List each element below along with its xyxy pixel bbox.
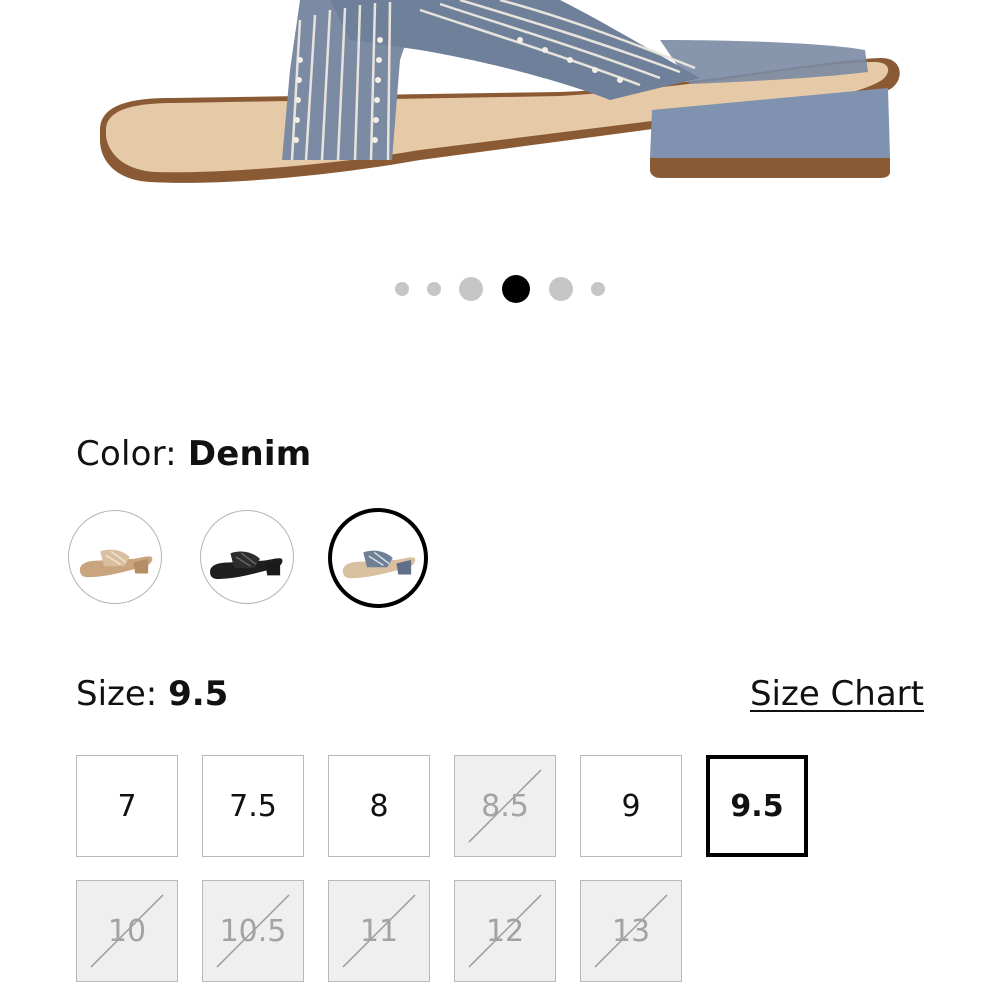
size-option-label: 8.5 [481,788,529,824]
black-sandal-thumbnail [210,551,283,580]
color-heading: Color: Denim [76,432,311,476]
size-option-9-5[interactable]: 9.5 [706,755,808,857]
carousel-dot[interactable] [502,275,530,303]
carousel-dot[interactable] [395,282,409,296]
size-label: Size: [76,674,158,714]
color-swatch-natural[interactable] [68,510,162,604]
carousel-dot[interactable] [459,277,483,301]
size-option-label: 9 [621,788,641,824]
size-option-label: 8 [369,788,389,824]
color-swatch-black[interactable] [200,510,294,604]
size-option-7[interactable]: 7 [76,755,178,857]
sandal-image [100,0,900,183]
size-option-label: 7.5 [229,788,277,824]
size-option-13: 13 [580,880,682,982]
size-option-label: 9.5 [730,788,784,824]
size-chart-link[interactable]: Size Chart [750,672,924,716]
denim-sandal-thumbnail [342,550,416,579]
size-option-label: 10 [107,913,147,949]
natural-sandal-thumbnail [79,549,153,578]
size-option-label: 7 [117,788,137,824]
carousel-dot[interactable] [427,282,441,296]
size-heading: Size: 9.5 [76,672,228,716]
carousel-dot[interactable] [591,282,605,296]
size-option-10-5: 10.5 [202,880,304,982]
size-option-10: 10 [76,880,178,982]
size-option-label: 13 [611,913,651,949]
product-options-page: Color: Denim Size: 9.5 Size Chart 7 7.5 8 8 [0,0,1000,1000]
color-swatch-denim[interactable] [328,508,428,608]
size-option-label: 10.5 [219,913,287,949]
size-option-label: 11 [359,913,399,949]
product-image[interactable] [0,0,1000,260]
size-option-12: 12 [454,880,556,982]
size-option-8[interactable]: 8 [328,755,430,857]
size-option-8-5: 8.5 [454,755,556,857]
size-option-11: 11 [328,880,430,982]
carousel-dots [0,273,1000,305]
selected-color: Denim [187,434,312,474]
selected-size: 9.5 [168,674,229,714]
carousel-dot[interactable] [549,277,573,301]
size-option-label: 12 [485,913,525,949]
size-option-9[interactable]: 9 [580,755,682,857]
size-option-7-5[interactable]: 7.5 [202,755,304,857]
color-label: Color: [76,434,177,474]
